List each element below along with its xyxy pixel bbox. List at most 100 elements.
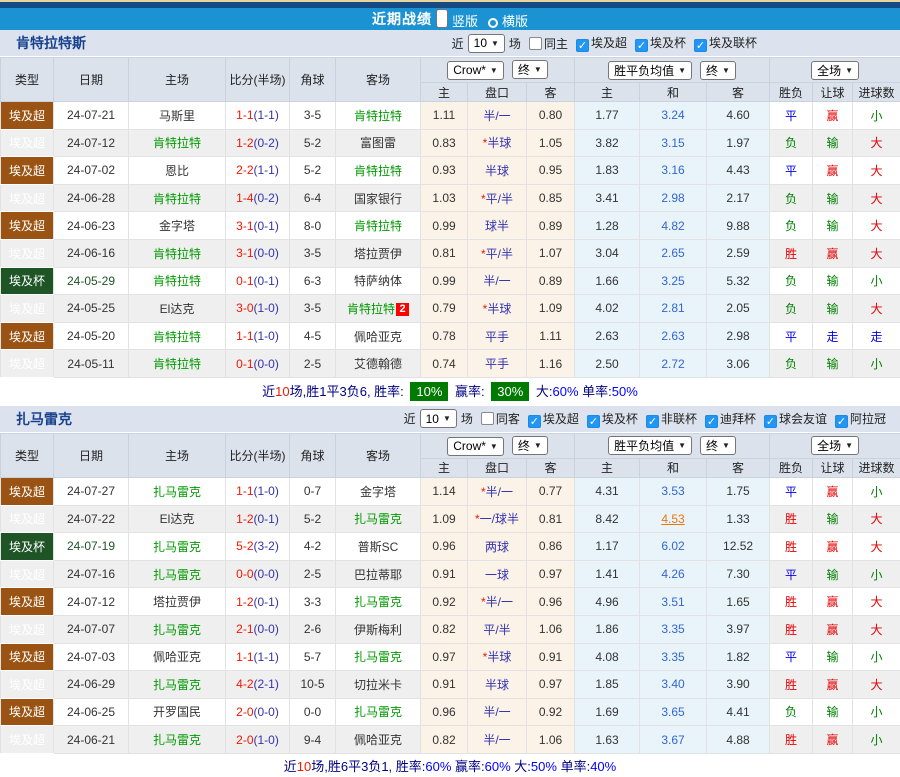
away-team: 扎马雷克 (335, 587, 421, 616)
odds-source-select[interactable]: Crow* ▼ (447, 60, 504, 80)
recent-count-select[interactable]: 10 ▼ (467, 33, 505, 53)
competition-type: 埃及超 (0, 504, 54, 534)
recent-label: 近 (451, 36, 464, 51)
team-name: 肯特拉特斯 (16, 35, 86, 51)
home-team: 马斯里 (128, 101, 226, 130)
avg-draw-value: 2.81 (661, 301, 685, 316)
home-team: 肯特拉特 (128, 128, 226, 158)
match-score: 2-0(0-0) (225, 697, 290, 727)
layout-radio-label[interactable]: 横版 (502, 14, 528, 29)
goals-outcome: 小 (852, 101, 900, 130)
competition-checkbox[interactable]: ✓ (763, 414, 777, 428)
competition-checkbox[interactable]: ✓ (527, 414, 541, 428)
match-date: 24-06-28 (53, 183, 129, 213)
handicap: 球半 (467, 211, 527, 240)
avg-draw-odds: 3.40 (639, 670, 708, 699)
handicap-outcome: 赢 (812, 101, 854, 130)
competition-checkbox[interactable]: ✓ (634, 39, 648, 52)
away-team: 扎马雷克 (335, 642, 421, 672)
avg-away-odds: 3.97 (706, 614, 771, 644)
competition-checkbox[interactable]: ✓ (834, 414, 848, 428)
competition-checkbox[interactable]: ✓ (645, 414, 659, 428)
match-score: 2-1(0-0) (225, 614, 290, 644)
handicap: 半球 (467, 156, 527, 185)
avg-draw-value: 3.65 (661, 704, 685, 719)
avg-draw-value: 3.53 (661, 484, 685, 499)
subcol-avg-away: 客 (706, 82, 771, 102)
summary-line: 近10场,胜6平3负1, 胜率:60% 赢率:60% 大:50% 单率:40% (0, 753, 900, 777)
halftime-score: (0-1) (253, 273, 279, 288)
avg-time-select[interactable]: 终 ▼ (700, 60, 736, 80)
halftime-score: (2-1) (253, 677, 279, 692)
competition-checkbox[interactable]: ✓ (586, 414, 600, 428)
avg-draw-odds: 3.24 (639, 101, 708, 130)
handicap: *半球 (467, 642, 527, 672)
competition-label[interactable]: 埃及杯 (650, 36, 686, 50)
competition-label[interactable]: 阿拉冠 (850, 412, 886, 426)
home-odds: 1.09 (420, 504, 468, 534)
competition-type: 埃及超 (0, 238, 54, 268)
competition-label[interactable]: 埃及超 (591, 36, 627, 50)
layout-radio-label[interactable]: 竖版 (452, 14, 478, 29)
goals-outcome: 大 (852, 587, 900, 616)
avg-draw-odds[interactable]: 4.53 (639, 504, 708, 534)
column-header-date: 日期 (53, 432, 129, 478)
competition-label[interactable]: 非联杯 (661, 412, 697, 426)
avg-away-odds: 3.90 (706, 670, 771, 699)
away-odds: 0.92 (525, 697, 576, 727)
competition-label[interactable]: 球会友谊 (779, 412, 827, 426)
match-date: 24-07-16 (53, 559, 129, 589)
avg-time-select[interactable]: 终 ▼ (700, 436, 736, 456)
competition-checkbox[interactable]: ✓ (693, 39, 707, 52)
competition-label[interactable]: 埃及杯 (602, 412, 638, 426)
avg-source-select[interactable]: 胜平负均值 ▼ (608, 60, 693, 80)
away-odds: 0.77 (525, 476, 576, 506)
summary-segment: 大: (510, 758, 531, 774)
scope-select[interactable]: 全场 ▼ (811, 60, 860, 80)
competition-label[interactable]: 埃及联杯 (709, 36, 757, 50)
odds-time-select[interactable]: 终 ▼ (511, 436, 548, 456)
competition-checkbox[interactable]: ✓ (704, 414, 718, 428)
match-score: 5-2(3-2) (225, 532, 290, 561)
home-odds: 0.96 (420, 532, 468, 561)
summary-segment: 赢率: (451, 758, 485, 774)
avg-source-select[interactable]: 胜平负均值 ▼ (608, 436, 693, 456)
handicap-outcome: 输 (812, 128, 854, 158)
competition-label[interactable]: 埃及超 (543, 412, 579, 426)
result-outcome: 负 (769, 211, 814, 240)
layout-radio-option[interactable] (488, 17, 498, 28)
venue-label[interactable]: 同客 (496, 410, 520, 427)
venue-label[interactable]: 同主 (544, 35, 568, 52)
odds-time-select[interactable]: 终 ▼ (511, 60, 548, 80)
away-odds: 0.95 (525, 156, 576, 185)
venue-checkbox[interactable] (528, 36, 542, 50)
handicap-value: 半球 (484, 677, 509, 692)
away-team: 扎马雷克 (335, 504, 421, 534)
handicap-value: 半/一 (485, 484, 513, 499)
avg-draw-value[interactable]: 4.53 (661, 512, 684, 526)
away-odds: 0.97 (525, 670, 576, 699)
match-row: 埃及超 24-06-16 肯特拉特 3-1(0-0) 3-5 塔拉贾伊 0.81 *平/半 1.… (0, 238, 900, 268)
section-header-bar: 肯特拉特斯 近 10 ▼ 场 同主 ✓ 埃及超 ✓ 埃及杯 ✓ 埃及联杯 (0, 30, 900, 57)
recent-count-select[interactable]: 10 ▼ (419, 409, 457, 429)
avg-select-group: 胜平负均值 ▼ 终 ▼ (574, 432, 771, 459)
match-date: 24-05-29 (53, 266, 129, 296)
goals-outcome: 大 (852, 670, 900, 699)
avg-draw-value: 3.15 (661, 135, 685, 150)
result-outcome: 平 (769, 642, 814, 672)
goals-outcome: 小 (852, 697, 900, 727)
handicap-value: 半球 (484, 163, 509, 178)
odds-source-select[interactable]: Crow* ▼ (447, 436, 504, 456)
goals-outcome: 大 (852, 294, 900, 323)
competition-checkbox[interactable]: ✓ (575, 39, 589, 52)
chevron-down-icon: ▼ (678, 441, 687, 451)
avg-home-odds: 1.86 (574, 614, 641, 644)
venue-checkbox[interactable] (480, 412, 494, 426)
scope-select[interactable]: 全场 ▼ (811, 436, 860, 456)
away-odds: 0.89 (525, 211, 576, 240)
handicap-outcome: 赢 (812, 476, 854, 506)
layout-radio-selected[interactable] (435, 8, 448, 28)
summary-segment: 50% (530, 758, 557, 774)
match-row: 埃及超 24-07-22 El达克 1-2(0-1) 5-2 扎马雷克 1.09 *一/球半 0… (0, 504, 900, 534)
competition-label[interactable]: 迪拜杯 (720, 412, 756, 426)
